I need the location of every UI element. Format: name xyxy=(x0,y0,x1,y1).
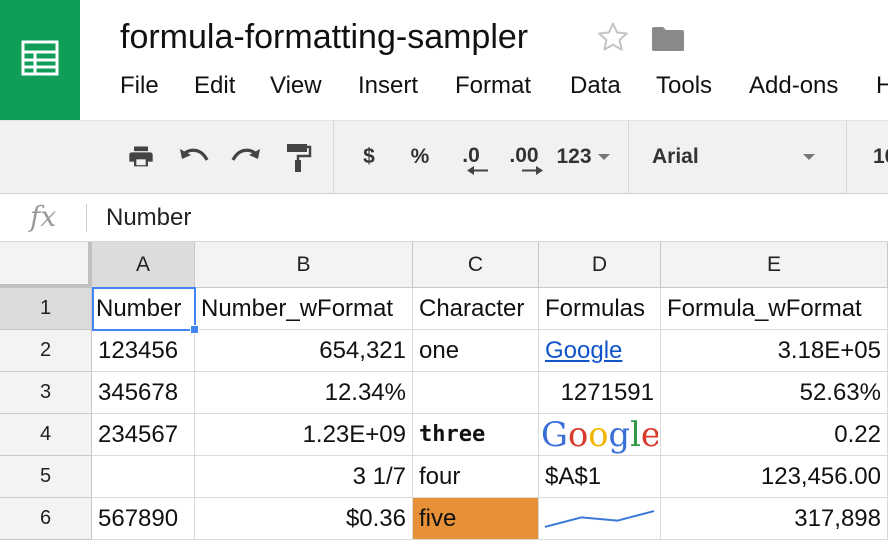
menu-tools[interactable]: Tools xyxy=(656,72,712,100)
sparkline-chart xyxy=(544,509,655,528)
select-all-corner[interactable] xyxy=(0,242,92,288)
cell-d2[interactable]: Google xyxy=(539,330,661,372)
chevron-down-icon xyxy=(597,154,610,160)
google-logo-image: Google xyxy=(541,415,658,454)
column-header-b[interactable]: B xyxy=(195,242,413,288)
redo-button[interactable] xyxy=(228,121,264,193)
currency-label: $ xyxy=(363,145,375,168)
print-icon xyxy=(129,146,153,167)
toolbar: $ % .0 .00 123 Arial 10 xyxy=(0,120,888,194)
app-header: formula-formatting-sampler File Edit Vie… xyxy=(0,0,888,120)
menu-format[interactable]: Format xyxy=(455,72,531,100)
cell-a4[interactable]: 234567 xyxy=(92,414,195,456)
increase-decimal-button[interactable]: .00 xyxy=(502,121,546,193)
decrease-decimal-label: .0 xyxy=(462,143,480,167)
cell-e2[interactable]: 3.18E+05 xyxy=(661,330,888,372)
google-logo-lettering: Google xyxy=(541,415,658,454)
folder-icon[interactable] xyxy=(651,26,685,52)
sparkline-line xyxy=(544,509,655,528)
column-header-d[interactable]: D xyxy=(539,242,661,288)
formula-bar: fx Number xyxy=(0,194,888,242)
arrow-right-icon xyxy=(522,165,543,175)
chevron-down-icon[interactable] xyxy=(803,154,815,160)
row-header-5[interactable]: 5 xyxy=(0,456,92,498)
star-icon[interactable] xyxy=(596,20,630,54)
menu-data[interactable]: Data xyxy=(570,72,621,100)
font-size-select[interactable]: 10 xyxy=(873,121,888,193)
menu-bar: File Edit View Insert Format Data Tools … xyxy=(0,72,888,108)
column-header-a[interactable]: A xyxy=(92,242,195,288)
cell-c6[interactable]: five xyxy=(413,498,539,540)
cell-e6[interactable]: 317,898 xyxy=(661,498,888,540)
menu-insert[interactable]: Insert xyxy=(358,72,418,100)
currency-format-button[interactable]: $ xyxy=(356,121,382,193)
cell-e1[interactable]: Formula_wFormat xyxy=(661,288,888,330)
cell-e4[interactable]: 0.22 xyxy=(661,414,888,456)
formula-separator xyxy=(86,204,87,232)
cell-e3[interactable]: 52.63% xyxy=(661,372,888,414)
column-header-e[interactable]: E xyxy=(661,242,888,288)
cell-b2[interactable]: 654,321 xyxy=(195,330,413,372)
cell-b1[interactable]: Number_wFormat xyxy=(195,288,413,330)
decrease-decimal-button[interactable]: .0 xyxy=(452,121,490,193)
fx-icon: fx xyxy=(30,200,57,233)
paint-format-button[interactable] xyxy=(280,121,316,193)
cell-d5[interactable]: $A$1 xyxy=(539,456,661,498)
font-family-value: Arial xyxy=(652,145,699,168)
cell-b4[interactable]: 1.23E+09 xyxy=(195,414,413,456)
row-header-6[interactable]: 6 xyxy=(0,498,92,540)
formula-input[interactable]: Number xyxy=(106,204,191,232)
undo-icon xyxy=(180,148,209,161)
document-title[interactable]: formula-formatting-sampler xyxy=(120,18,528,57)
menu-view[interactable]: View xyxy=(270,72,322,100)
google-link[interactable]: Google xyxy=(545,337,622,365)
cell-c4[interactable]: three xyxy=(413,414,539,456)
cell-b6[interactable]: $0.36 xyxy=(195,498,413,540)
cell-c5[interactable]: four xyxy=(413,456,539,498)
font-family-select[interactable]: Arial xyxy=(652,121,699,193)
font-size-value: 10 xyxy=(873,145,888,168)
cell-b5[interactable]: 3 1/7 xyxy=(195,456,413,498)
cell-e5[interactable]: 123,456.00 xyxy=(661,456,888,498)
menu-addons[interactable]: Add-ons xyxy=(749,72,838,100)
column-header-c[interactable]: C xyxy=(413,242,539,288)
menu-file[interactable]: File xyxy=(120,72,159,100)
percent-label: % xyxy=(410,145,430,168)
cell-d3[interactable]: 1271591 xyxy=(539,372,661,414)
cell-c1[interactable]: Character xyxy=(413,288,539,330)
row-header-1[interactable]: 1 xyxy=(0,288,92,330)
menu-edit[interactable]: Edit xyxy=(194,72,235,100)
cell-d1[interactable]: Formulas xyxy=(539,288,661,330)
cell-d6[interactable] xyxy=(539,498,661,540)
cell-b3[interactable]: 12.34% xyxy=(195,372,413,414)
paint-roller-icon xyxy=(287,144,312,172)
cell-a6[interactable]: 567890 xyxy=(92,498,195,540)
cell-a3[interactable]: 345678 xyxy=(92,372,195,414)
cell-d4[interactable]: Google xyxy=(539,414,661,456)
increase-decimal-label: .00 xyxy=(509,143,539,167)
toolbar-separator xyxy=(628,121,629,193)
cell-a2[interactable]: 123456 xyxy=(92,330,195,372)
undo-button[interactable] xyxy=(176,121,212,193)
more-formats-label: 123 xyxy=(556,145,592,168)
percent-format-button[interactable]: % xyxy=(406,121,434,193)
toolbar-separator xyxy=(333,121,334,193)
redo-icon xyxy=(231,148,260,161)
cell-c3[interactable] xyxy=(413,372,539,414)
row-header-2[interactable]: 2 xyxy=(0,330,92,372)
spreadsheet-grid: A B C D E 1 2 3 4 5 6 Number Number_wFor… xyxy=(0,242,888,540)
fill-handle[interactable] xyxy=(190,325,199,334)
cell-a5[interactable] xyxy=(92,456,195,498)
cell-a1[interactable]: Number xyxy=(92,288,195,330)
arrow-left-icon xyxy=(467,165,488,175)
cell-c2[interactable]: one xyxy=(413,330,539,372)
toolbar-separator xyxy=(846,121,847,193)
print-button[interactable] xyxy=(122,121,160,193)
row-header-3[interactable]: 3 xyxy=(0,372,92,414)
menu-help[interactable]: H xyxy=(876,72,888,100)
more-formats-button[interactable]: 123 xyxy=(552,121,614,193)
row-header-4[interactable]: 4 xyxy=(0,414,92,456)
sheets-grid-icon xyxy=(21,40,59,76)
